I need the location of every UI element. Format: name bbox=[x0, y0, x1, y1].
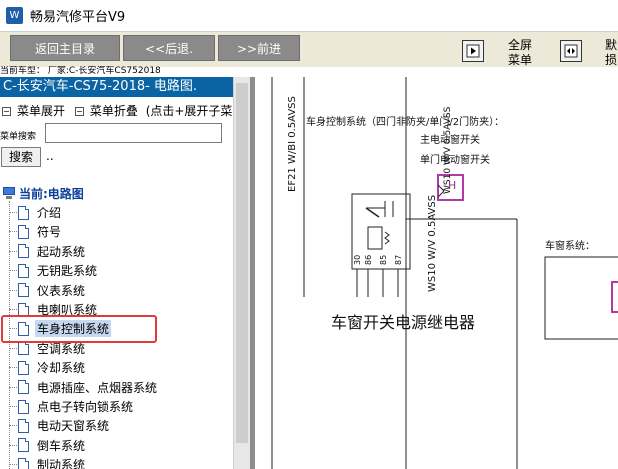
tree-connector bbox=[9, 444, 17, 446]
relay-label: 车窗开关电源继电器 bbox=[331, 313, 476, 332]
app-icon: W bbox=[6, 7, 23, 24]
tree-item-label: 倒车系统 bbox=[37, 438, 86, 453]
tree-item[interactable]: 冷却系统 bbox=[9, 358, 87, 377]
document-icon bbox=[18, 263, 29, 278]
tree-item-label: 冷却系统 bbox=[37, 361, 86, 376]
tree-item[interactable]: 电源插座、点烟器系统 bbox=[9, 378, 159, 397]
tree-connector bbox=[9, 347, 17, 349]
document-icon bbox=[18, 438, 29, 453]
tree-item-label: 制动系统 bbox=[37, 458, 86, 469]
fullscreen-menu-label[interactable]: 全屏 菜单 bbox=[505, 38, 535, 68]
document-icon bbox=[18, 283, 29, 298]
tree-connector bbox=[9, 464, 17, 466]
document-icon bbox=[18, 205, 29, 220]
document-icon bbox=[18, 418, 29, 433]
tree-item[interactable]: 起动系统 bbox=[9, 242, 87, 261]
pin-87: 87 bbox=[394, 254, 403, 265]
double-arrow-icon bbox=[564, 44, 578, 58]
tree-item[interactable]: 无钥匙系统 bbox=[9, 261, 99, 280]
diagram-sub1: 主电动窗开关 bbox=[420, 135, 480, 146]
document-icon bbox=[18, 399, 29, 414]
pin-86: 86 bbox=[364, 254, 373, 265]
tree-connector bbox=[9, 406, 17, 407]
tree-connector bbox=[9, 289, 17, 291]
fullscreen-icon[interactable] bbox=[462, 40, 484, 62]
tree-item-label: 起动系统 bbox=[37, 244, 86, 259]
tree-item-label: 电动天窗系统 bbox=[37, 419, 110, 434]
collapse-link[interactable]: 菜单折叠 bbox=[90, 104, 138, 118]
back-button[interactable]: <<后退. bbox=[123, 35, 215, 61]
diagram-title: 车身控制系统（四门非防夹/单门/2门防夹）： bbox=[306, 117, 505, 128]
tree-item-label: 无钥匙系统 bbox=[37, 264, 98, 279]
back-home-button[interactable]: 返回主目录 bbox=[10, 35, 120, 61]
tree-item[interactable]: 介绍 bbox=[9, 203, 63, 222]
menu-ops: 菜单展开 菜单折叠 (点击+展开子菜 bbox=[2, 102, 232, 119]
search-button[interactable]: 搜索 bbox=[1, 147, 41, 167]
annotation-highlight bbox=[1, 315, 157, 343]
wire-label-relay: WS10 W/V 0.5AVSS bbox=[427, 194, 438, 292]
tree-item[interactable]: 倒车系统 bbox=[9, 436, 87, 455]
window-system-label: 车窗系统： bbox=[545, 241, 595, 252]
tree-connector bbox=[9, 212, 17, 213]
tree-root[interactable]: 当前:电路图 bbox=[3, 185, 84, 202]
tree-connector bbox=[9, 231, 17, 233]
tree-item[interactable]: 制动系统 bbox=[9, 455, 87, 469]
forward-button[interactable]: >>前进 bbox=[218, 35, 300, 61]
wiring-diagram: EF21 W/BI 0.5AVSS WS10 W/V 0.5AVSS WS10 … bbox=[255, 77, 618, 469]
collapse-icon[interactable] bbox=[74, 107, 84, 116]
wire-label-top: EF21 W/BI 0.5AVSS bbox=[287, 96, 298, 192]
search-input[interactable] bbox=[45, 123, 222, 143]
document-icon bbox=[18, 224, 29, 239]
nav-scrollbar-thumb[interactable] bbox=[236, 83, 248, 443]
current-path: C-长安汽车-CS75-2018- 电路图. bbox=[0, 77, 233, 97]
split-view-icon[interactable] bbox=[560, 40, 582, 62]
search-label: 菜单搜索 bbox=[0, 132, 37, 142]
vehicle-info: 当前车型： 厂家:C-长安汽车CS752018 bbox=[0, 66, 161, 76]
expand-link[interactable]: 菜单展开 bbox=[17, 104, 65, 118]
tree-connector bbox=[9, 309, 17, 310]
arrow-right-icon bbox=[466, 44, 480, 58]
tree-item-label: 点电子转向锁系统 bbox=[37, 400, 134, 414]
document-icon bbox=[18, 380, 29, 395]
pin-85: 85 bbox=[379, 254, 388, 265]
toolbar: 返回主目录 <<后退. >>前进 全屏 菜单 默 损 bbox=[0, 31, 618, 67]
tree-item[interactable]: 符号 bbox=[9, 222, 63, 241]
tree-item[interactable]: 仪表系统 bbox=[9, 281, 87, 300]
tree-item-label: 符号 bbox=[37, 225, 62, 240]
tree-connector bbox=[9, 367, 17, 369]
tree-root-label: 当前:电路图 bbox=[19, 187, 84, 201]
tree-connector bbox=[9, 425, 17, 427]
tree-item[interactable]: 电动天窗系统 bbox=[9, 416, 111, 435]
computer-icon bbox=[3, 187, 15, 200]
nav-scrollbar[interactable] bbox=[233, 77, 250, 469]
default-label[interactable]: 默 损 bbox=[604, 38, 618, 68]
tree-connector bbox=[9, 270, 17, 272]
tree-connector bbox=[9, 250, 17, 252]
search-dots: .. bbox=[46, 149, 54, 163]
pin-30: 30 bbox=[353, 254, 362, 265]
document-icon bbox=[18, 244, 29, 259]
tree-item[interactable]: 点电子转向锁系统 bbox=[9, 397, 135, 416]
tree-item-label: 介绍 bbox=[37, 206, 62, 220]
tree-item-label: 电源插座、点烟器系统 bbox=[37, 380, 158, 395]
menu-hint: (点击+展开子菜 bbox=[145, 104, 233, 118]
document-icon bbox=[18, 457, 29, 469]
expand-icon[interactable] bbox=[2, 107, 11, 116]
left-nav-pane: C-长安汽车-CS75-2018- 电路图. 菜单展开 菜单折叠 (点击+展开子… bbox=[0, 77, 233, 469]
diagram-sub2: 单门电动窗开关 bbox=[420, 155, 490, 166]
pin-h-label: H bbox=[448, 179, 457, 192]
tree-item-label: 仪表系统 bbox=[37, 283, 86, 298]
tree-connector bbox=[9, 386, 17, 388]
title-bar: W 畅易汽修平台V9 bbox=[0, 0, 618, 31]
document-icon bbox=[18, 341, 29, 356]
window-title: 畅易汽修平台V9 bbox=[30, 10, 126, 25]
document-icon bbox=[18, 360, 29, 375]
